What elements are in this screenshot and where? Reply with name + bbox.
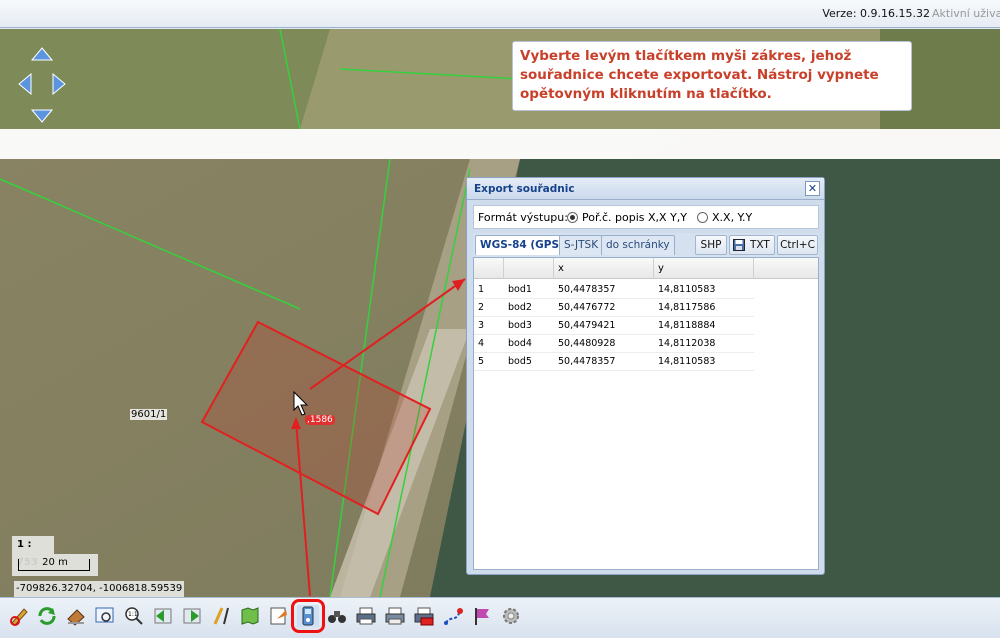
row-number: 2	[478, 302, 485, 313]
dialog-tabs: WGS-84 (GPS) S-JTSK do schránky SHP TXT …	[473, 233, 819, 257]
column-header-number[interactable]	[474, 258, 504, 279]
flag-icon[interactable]	[471, 605, 493, 627]
parcel-label: 9601/1	[130, 409, 168, 420]
grid-header: x y	[474, 258, 818, 279]
dialog-header[interactable]: Export souřadnic ✕	[467, 178, 824, 200]
radio-selected-icon	[567, 212, 578, 223]
column-header-y[interactable]: y	[654, 258, 754, 279]
row-x: 50,4476772	[558, 302, 616, 313]
format-option-ordered-label: Poř.č. popis X,X Y,Y	[582, 211, 687, 224]
row-x: 50,4480928	[558, 338, 616, 349]
row-number: 5	[478, 356, 485, 367]
save-icon	[733, 239, 745, 251]
row-x: 50,4478357	[558, 356, 616, 367]
scale-ratio: 1 : 753	[12, 536, 54, 568]
active-user-label: Aktivní uživatel	[932, 7, 1000, 20]
row-name: bod2	[508, 302, 532, 313]
row-y: 14,8117586	[658, 302, 716, 313]
eraser-icon[interactable]	[65, 605, 87, 627]
top-bar: Verze: 0.9.16.15.32 Aktivní uživatel	[0, 0, 1000, 28]
refresh-icon[interactable]	[36, 605, 58, 627]
back-icon[interactable]	[152, 605, 174, 627]
row-name: bod3	[508, 320, 532, 331]
dialog-title: Export souřadnic	[474, 183, 575, 195]
cursor-coordinates: -709826.32704, -1006818.59539	[14, 581, 185, 597]
table-row[interactable]: 1 bod1 50,4478357 14,8110583	[474, 281, 754, 299]
table-row[interactable]: 2 bod2 50,4476772 14,8117586	[474, 299, 754, 317]
row-name: bod5	[508, 356, 532, 367]
print-pdf-icon[interactable]	[413, 605, 435, 627]
tab-wgs84[interactable]: WGS-84 (GPS)	[475, 235, 569, 255]
table-row[interactable]: 4 bod4 50,4480928 14,8112038	[474, 335, 754, 353]
row-number: 3	[478, 320, 485, 331]
map-icon[interactable]	[239, 605, 261, 627]
table-row[interactable]: 3 bod3 50,4479421 14,8118884	[474, 317, 754, 335]
tab-sjtsk[interactable]: S-JTSK	[559, 235, 604, 255]
bottom-toolbar: 1:1	[0, 597, 1000, 638]
export-icon[interactable]	[268, 605, 290, 627]
binoculars-icon[interactable]	[326, 605, 348, 627]
row-name: bod1	[508, 284, 532, 295]
format-row: Formát výstupu: Poř.č. popis X,X Y,Y X.X…	[473, 205, 819, 229]
close-icon[interactable]: ✕	[805, 181, 820, 196]
row-x: 50,4478357	[558, 284, 616, 295]
radio-unselected-icon	[697, 212, 708, 223]
export-coordinates-dialog: Export souřadnic ✕ Formát výstupu: Poř.č…	[466, 177, 825, 575]
settings-icon[interactable]	[500, 605, 522, 627]
row-y: 14,8110583	[658, 356, 716, 367]
route-icon[interactable]	[442, 605, 464, 627]
export-coords-icon[interactable]	[291, 599, 325, 633]
row-number: 1	[478, 284, 485, 295]
measure-icon[interactable]	[210, 605, 232, 627]
tab-clipboard[interactable]: do schránky	[601, 235, 675, 255]
column-header-x[interactable]: x	[554, 258, 654, 279]
row-number: 4	[478, 338, 485, 349]
pan-down-icon[interactable]	[31, 109, 53, 123]
row-name: bod4	[508, 338, 532, 349]
format-option-ordered[interactable]: Poř.č. popis X,X Y,Y	[567, 211, 687, 224]
format-option-decimal[interactable]: X.X, Y.Y	[697, 211, 752, 224]
print-preview-icon[interactable]	[384, 605, 406, 627]
row-y: 14,8110583	[658, 284, 716, 295]
svg-text:1:1: 1:1	[128, 611, 138, 618]
print-icon[interactable]	[355, 605, 377, 627]
scale-bar-label: 20 m	[42, 557, 68, 568]
format-option-decimal-label: X.X, Y.Y	[712, 211, 753, 224]
copy-button[interactable]: Ctrl+C	[777, 235, 818, 255]
version-label: Verze: 0.9.16.15.32	[822, 7, 930, 20]
point-label: ,1586	[305, 415, 335, 425]
row-y: 14,8118884	[658, 320, 716, 331]
pan-left-icon[interactable]	[18, 73, 32, 95]
row-y: 14,8112038	[658, 338, 716, 349]
pencil-delete-icon[interactable]	[8, 605, 30, 627]
table-row[interactable]: 5 bod5 50,4478357 14,8110583	[474, 353, 754, 371]
shp-button[interactable]: SHP	[695, 235, 727, 255]
zoom-window-icon[interactable]	[94, 605, 116, 627]
pan-right-icon[interactable]	[52, 73, 66, 95]
zoom-extent-icon[interactable]: 1:1	[123, 605, 145, 627]
coordinates-grid: x y 1 bod1 50,4478357 14,8110583 2 bod2 …	[473, 257, 819, 570]
hint-tooltip: Vyberte levým tlačítkem myši zákres, jeh…	[512, 41, 912, 111]
format-label: Formát výstupu:	[478, 211, 568, 224]
scale-bar: 20 m	[12, 554, 98, 576]
txt-button[interactable]: TXT	[729, 235, 775, 255]
pan-up-icon[interactable]	[31, 47, 53, 61]
column-header-name[interactable]	[504, 258, 554, 279]
forward-icon[interactable]	[181, 605, 203, 627]
txt-button-label: TXT	[750, 239, 770, 251]
row-x: 50,4479421	[558, 320, 616, 331]
